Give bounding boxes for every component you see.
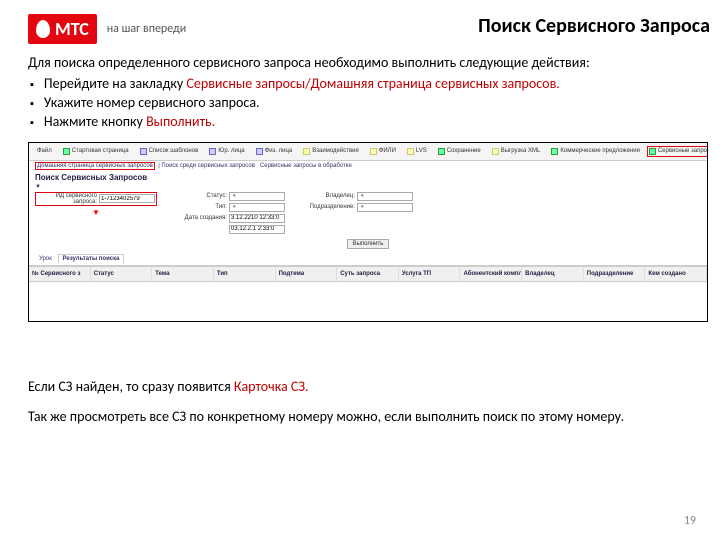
egg-icon (36, 20, 50, 38)
tab-interactions[interactable]: Взаимодействия (299, 146, 363, 157)
date-to-input[interactable] (229, 225, 285, 234)
crm-breadcrumb: Домашняя страница сервисных запросов | П… (29, 161, 707, 171)
page-title: Поиск Сервисного Запроса (478, 14, 710, 44)
col-id[interactable]: № Сервисного з (29, 267, 91, 281)
col-status[interactable]: Статус (91, 267, 153, 281)
type-select[interactable] (229, 203, 285, 212)
col-created-by[interactable]: Кем создано (645, 267, 707, 281)
logo-block: МТС на шаг впереди (28, 14, 186, 44)
section-title: Поиск Сервисных Запросов (29, 171, 707, 184)
col-subtopic[interactable]: Подтема (276, 267, 338, 281)
id-input[interactable] (99, 194, 155, 203)
status-select[interactable] (229, 192, 285, 201)
col-subscriber[interactable]: Абонентский комплект (460, 267, 522, 281)
tagline: на шаг впереди (107, 22, 187, 36)
date-from-input[interactable] (229, 214, 285, 223)
col-essence[interactable]: Суть запроса (337, 267, 399, 281)
tab-offers[interactable]: Коммерческие предложения (547, 146, 643, 157)
tab-individuals[interactable]: Физ. лица (252, 146, 297, 157)
instruction-list: Перейдите на закладку Сервисные запросы/… (28, 75, 710, 132)
note-found: Если СЗ найден, то сразу появится Карточ… (28, 378, 710, 396)
tab-fili[interactable]: ФИЛИ (366, 146, 400, 157)
filter-id-row: ИД сервисного запроса: (35, 192, 157, 206)
breadcrumb-home[interactable]: Домашняя страница сервисных запросов (35, 162, 155, 170)
breadcrumb-search[interactable]: Поиск среди сервисных запросов (161, 163, 254, 169)
crm-screenshot: Файл Стартовая страница Список шаблонов … (28, 142, 708, 322)
owner-select[interactable] (357, 192, 413, 201)
crm-toolbar: Файл Стартовая страница Список шаблонов … (29, 143, 707, 161)
execute-button[interactable]: Выполнить (347, 239, 390, 249)
intro-text: Для поиска определенного сервисного запр… (28, 54, 710, 71)
subdiv-select[interactable] (357, 203, 413, 212)
col-owner[interactable]: Владелец (522, 267, 584, 281)
breadcrumb-processing[interactable]: Сервисные запросы в обработке (260, 163, 352, 169)
col-type[interactable]: Тип (214, 267, 276, 281)
tab-file[interactable]: Файл (33, 146, 56, 157)
results-table-header: № Сервисного з Статус Тема Тип Подтема С… (29, 266, 707, 282)
tab-results[interactable]: Результаты поиска (58, 254, 125, 264)
list-item: Перейдите на закладку Сервисные запросы/… (30, 75, 710, 94)
col-division[interactable]: Подразделение (584, 267, 646, 281)
tab-service-requests[interactable]: Сервисные запросы (647, 146, 708, 157)
list-item: Нажмите кнопку Выполнить. (30, 113, 710, 132)
note-view-all: Так же просмотреть все СЗ по конкретному… (28, 408, 710, 426)
tab-lesson[interactable]: Урок (35, 255, 56, 263)
tab-legal[interactable]: Юр. лица (205, 146, 248, 157)
tab-save[interactable]: Сохранение (434, 146, 485, 157)
col-topic[interactable]: Тема (152, 267, 214, 281)
list-item: Укажите номер сервисного запроса. (30, 94, 710, 113)
page-number: 19 (684, 514, 696, 528)
tab-lvs[interactable]: LVS (403, 146, 431, 157)
col-service[interactable]: Услуга ТП (399, 267, 461, 281)
tab-templates[interactable]: Список шаблонов (136, 146, 203, 157)
mts-logo: МТС (28, 14, 97, 44)
tab-home[interactable]: Стартовая страница (59, 146, 133, 157)
filter-form: ИД сервисного запроса: ▼ Статус: Тип: Да… (29, 190, 707, 236)
tab-export[interactable]: Выгрузка XML (488, 146, 545, 157)
